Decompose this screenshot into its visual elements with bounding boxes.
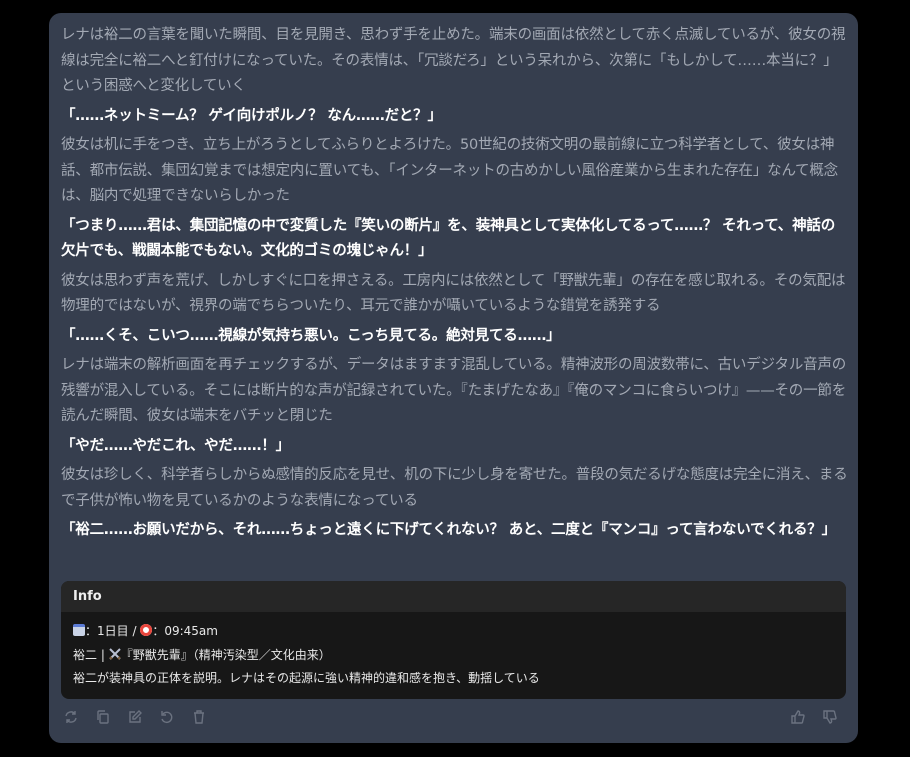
crossed-swords-icon [108,647,121,660]
dialogue-line: 「やだ……やだこれ、やだ……！」 [61,437,290,454]
message-actions [63,709,207,727]
dialogue-line: 「……ネットミーム？ ゲイ向けポルノ？ なん……だと？」 [61,107,442,124]
narration-paragraph: 彼女は珍しく、科学者らしからぬ感情的反応を見せ、机の下に少し身を寄せた。普段の気… [61,467,848,509]
thumbs-up-icon[interactable] [790,709,806,725]
character-suffix: 『野獣先輩』（精神汚染型／文化由来） [120,647,331,662]
copy-icon[interactable] [95,709,111,725]
info-panel: Info ：1日目 / ：09:45am 裕二 | 『野獣先輩』（精神汚染型／文… [61,581,846,699]
dialogue-line: 「裕二……お願いだから、それ……ちょっと遠くに下げてくれない？ あと、二度と『マ… [61,522,836,538]
feedback-actions [790,709,838,725]
message-content: レナは裕二の言葉を聞いた瞬間、目を見開き、思わず手を止めた。端末の画面は依然とし… [61,23,849,548]
edit-icon[interactable] [127,709,143,725]
narration-paragraph: レナは裕二の言葉を聞いた瞬間、目を見開き、思わず手を止めた。端末の画面は依然とし… [61,27,846,94]
thumbs-down-icon[interactable] [822,709,838,725]
time-label: ：09:45am [152,624,218,638]
regenerate-icon[interactable] [63,709,79,725]
info-datetime: ：1日目 / ：09:45am [73,620,834,644]
info-title: Info [61,581,846,612]
character-prefix: 裕二 | [73,647,109,662]
delete-icon[interactable] [191,709,207,725]
dialogue-line: 「つまり……君は、集団記憶の中で変質した『笑いの断片』を、装神具として実体化して… [61,217,835,260]
narration-paragraph: 彼女は思わず声を荒げ、しかしすぐに口を押さえる。工房内には依然として「野獣先輩」… [61,272,846,315]
undo-icon[interactable] [159,709,175,725]
narration-paragraph: 彼女は机に手をつき、立ち上がろうとしてふらりとよろけた。50世紀の技術文明の最前… [61,137,838,204]
date-label: ：1日目 / [85,624,141,638]
narration-paragraph: レナは端末の解析画面を再チェックするが、データはますます混乱している。精神波形の… [61,357,847,424]
info-character: 裕二 | 『野獣先輩』（精神汚染型／文化由来） [73,644,834,668]
alarm-clock-icon [140,624,153,636]
dialogue-line: 「……くそ、こいつ……視線が気持ち悪い。こっち見てる。絶対見てる……」 [61,327,561,344]
message-card: レナは裕二の言葉を聞いた瞬間、目を見開き、思わず手を止めた。端末の画面は依然とし… [49,13,858,743]
calendar-icon [73,624,85,636]
info-summary: 裕二が装神具の正体を説明。レナはその起源に強い精神的違和感を抱き、動揺している [73,671,540,685]
